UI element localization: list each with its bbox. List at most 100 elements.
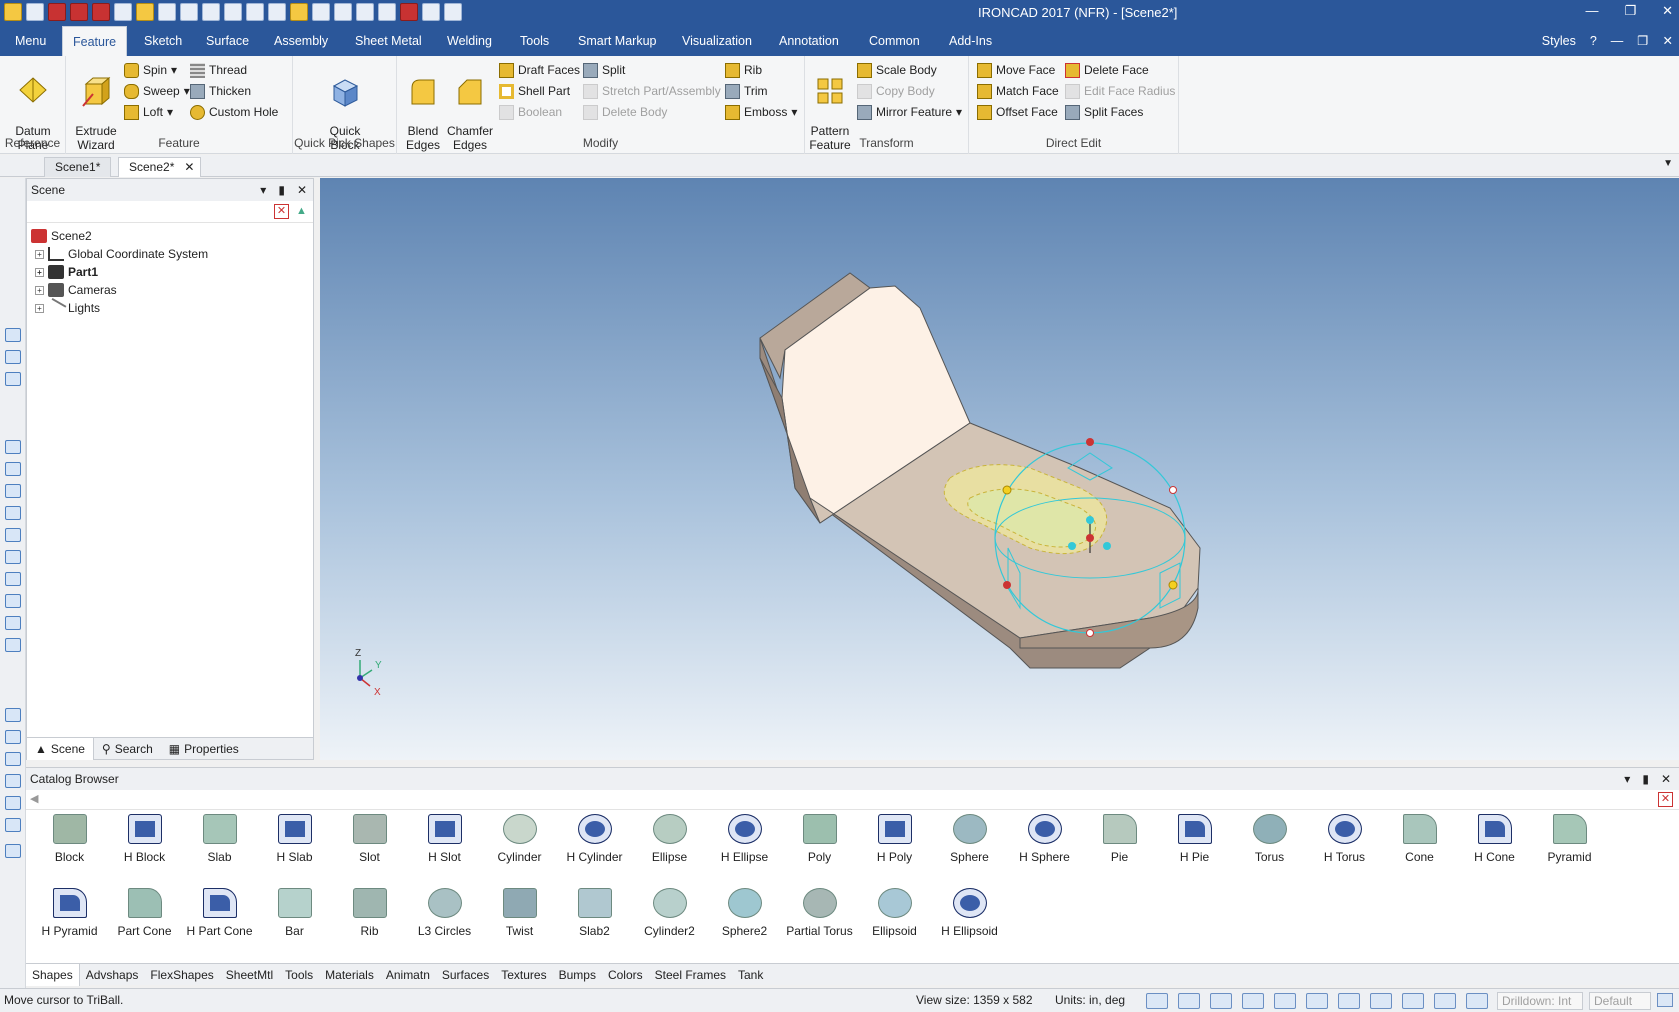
emboss-button[interactable]: Emboss ▾: [725, 102, 797, 122]
split-faces-button[interactable]: Split Faces: [1065, 102, 1143, 122]
glasses-icon[interactable]: [1338, 993, 1360, 1009]
draft-faces-button[interactable]: Draft Faces: [499, 60, 580, 80]
tutorial-icon[interactable]: [422, 3, 440, 21]
stretch-part-button[interactable]: Stretch Part/Assembly: [583, 81, 721, 101]
snap-icon[interactable]: [1274, 993, 1296, 1009]
clear-filter-icon[interactable]: ✕: [274, 204, 289, 219]
roll-icon[interactable]: [5, 818, 21, 832]
boolean-button[interactable]: Boolean: [499, 102, 562, 122]
spin-button[interactable]: Spin ▾: [124, 60, 177, 80]
save-all-icon[interactable]: [180, 3, 198, 21]
move-face-button[interactable]: Move Face: [977, 60, 1055, 80]
box-icon[interactable]: [1370, 993, 1392, 1009]
split-button[interactable]: Split: [583, 60, 625, 80]
filter-icon[interactable]: ▲: [294, 204, 309, 219]
tab-add-ins[interactable]: Add-Ins: [939, 26, 1002, 56]
catalog-item-slot[interactable]: Slot: [332, 814, 407, 864]
catalog-tab-textures[interactable]: Textures: [495, 964, 552, 986]
catalog-item-partial-torus[interactable]: Partial Torus: [782, 888, 857, 938]
camera-icon[interactable]: [1402, 993, 1424, 1009]
exit-icon[interactable]: [92, 3, 110, 21]
close-all-icon[interactable]: [70, 3, 88, 21]
measure-icon[interactable]: [5, 708, 21, 722]
triball-icon[interactable]: [312, 3, 330, 21]
catalog-item-sphere[interactable]: Sphere: [932, 814, 1007, 864]
catalog-item-h-part-cone[interactable]: H Part Cone: [182, 888, 257, 938]
tab-scene[interactable]: ▲ Scene: [27, 738, 94, 760]
catalog-tab-flexshapes[interactable]: FlexShapes: [144, 964, 219, 986]
view-bottom-icon[interactable]: [5, 484, 21, 498]
catalog-item-ellipse[interactable]: Ellipse: [632, 814, 707, 864]
tab-visualization[interactable]: Visualization: [672, 26, 762, 56]
catalog-item-part-cone[interactable]: Part Cone: [107, 888, 182, 938]
open-icon[interactable]: [136, 3, 154, 21]
ribbon-restore-button[interactable]: ❐: [1637, 26, 1648, 56]
look-at-icon[interactable]: [5, 730, 21, 744]
catalog-item-h-poly[interactable]: H Poly: [857, 814, 932, 864]
catalog-item-h-block[interactable]: H Block: [107, 814, 182, 864]
catalog-item-twist[interactable]: Twist: [482, 888, 557, 938]
catalog-item-h-ellipse[interactable]: H Ellipse: [707, 814, 782, 864]
view-right-icon[interactable]: [5, 528, 21, 542]
catalog-tab-advshaps[interactable]: Advshaps: [80, 964, 145, 986]
catalog-item-h-torus[interactable]: H Torus: [1307, 814, 1382, 864]
zoom-fit-icon[interactable]: [1146, 993, 1168, 1009]
catalog-item-rib[interactable]: Rib: [332, 888, 407, 938]
offset-face-button[interactable]: Offset Face: [977, 102, 1058, 122]
drilldown-select[interactable]: Drilldown: Int: [1497, 992, 1583, 1010]
help-icon[interactable]: ?: [1590, 26, 1597, 56]
mirror-feature-button[interactable]: Mirror Feature ▾: [857, 102, 962, 122]
table-icon[interactable]: [356, 3, 374, 21]
tab-sketch[interactable]: Sketch: [134, 26, 192, 56]
back-arrow-icon[interactable]: ◀: [30, 793, 44, 807]
catalog-item-pie[interactable]: Pie: [1082, 814, 1157, 864]
catalog-tab-bumps[interactable]: Bumps: [553, 964, 602, 986]
trim-button[interactable]: Trim: [725, 81, 768, 101]
print-icon[interactable]: [224, 3, 242, 21]
rib-button[interactable]: Rib: [725, 60, 762, 80]
pointer-icon[interactable]: [1434, 993, 1456, 1009]
view-icon[interactable]: [1242, 993, 1264, 1009]
sketch-icon[interactable]: [1306, 993, 1328, 1009]
close-icon[interactable]: ✕: [297, 179, 307, 201]
outline-icon[interactable]: [5, 638, 21, 652]
shade-icon[interactable]: [5, 572, 21, 586]
grid-icon[interactable]: [1657, 993, 1673, 1007]
chevron-down-icon[interactable]: ▾: [1624, 768, 1630, 790]
catalog-item-h-sphere[interactable]: H Sphere: [1007, 814, 1082, 864]
select-icon[interactable]: [1466, 993, 1488, 1009]
tree-item-global-coordinate-system[interactable]: + Global Coordinate System: [31, 245, 208, 263]
catalog-item-l3-circles[interactable]: L3 Circles: [407, 888, 482, 938]
properties-icon[interactable]: [334, 3, 352, 21]
catalog-item-pyramid[interactable]: Pyramid: [1532, 814, 1607, 864]
minimize-button[interactable]: —: [1585, 3, 1598, 19]
restore-button[interactable]: ❐: [1624, 3, 1636, 19]
catalog-item-h-ellipsoid[interactable]: H Ellipsoid: [932, 888, 1007, 938]
pin-icon[interactable]: ▮: [278, 179, 285, 201]
view-iso-icon[interactable]: [5, 440, 21, 454]
catalog-tab-colors[interactable]: Colors: [602, 964, 649, 986]
catalog-item-poly[interactable]: Poly: [782, 814, 857, 864]
catalog-item-h-cylinder[interactable]: H Cylinder: [557, 814, 632, 864]
zoom-icon[interactable]: [1178, 993, 1200, 1009]
undo-icon[interactable]: [246, 3, 264, 21]
close-window-button[interactable]: ✕: [1662, 3, 1673, 19]
new-icon[interactable]: [26, 3, 44, 21]
view-top-icon[interactable]: [5, 328, 21, 342]
light-icon[interactable]: [290, 3, 308, 21]
catalog-tab-shapes[interactable]: Shapes: [26, 964, 80, 986]
view-normal-icon[interactable]: [5, 550, 21, 564]
close-catalog-icon[interactable]: ✕: [1658, 792, 1673, 807]
catalog-item-block[interactable]: Block: [32, 814, 107, 864]
pan-icon[interactable]: [5, 774, 21, 788]
tree-item-lights[interactable]: + Lights: [31, 297, 208, 319]
catalog-item-h-slot[interactable]: H Slot: [407, 814, 482, 864]
view-back-icon[interactable]: [5, 462, 21, 476]
render-icon[interactable]: [202, 3, 220, 21]
catalog-item-cone[interactable]: Cone: [1382, 814, 1457, 864]
wire-icon[interactable]: [5, 594, 21, 608]
thread-button[interactable]: Thread: [190, 60, 247, 80]
default-select[interactable]: Default: [1589, 992, 1651, 1010]
tab-welding[interactable]: Welding: [437, 26, 502, 56]
catalog-tab-steel-frames[interactable]: Steel Frames: [649, 964, 732, 986]
